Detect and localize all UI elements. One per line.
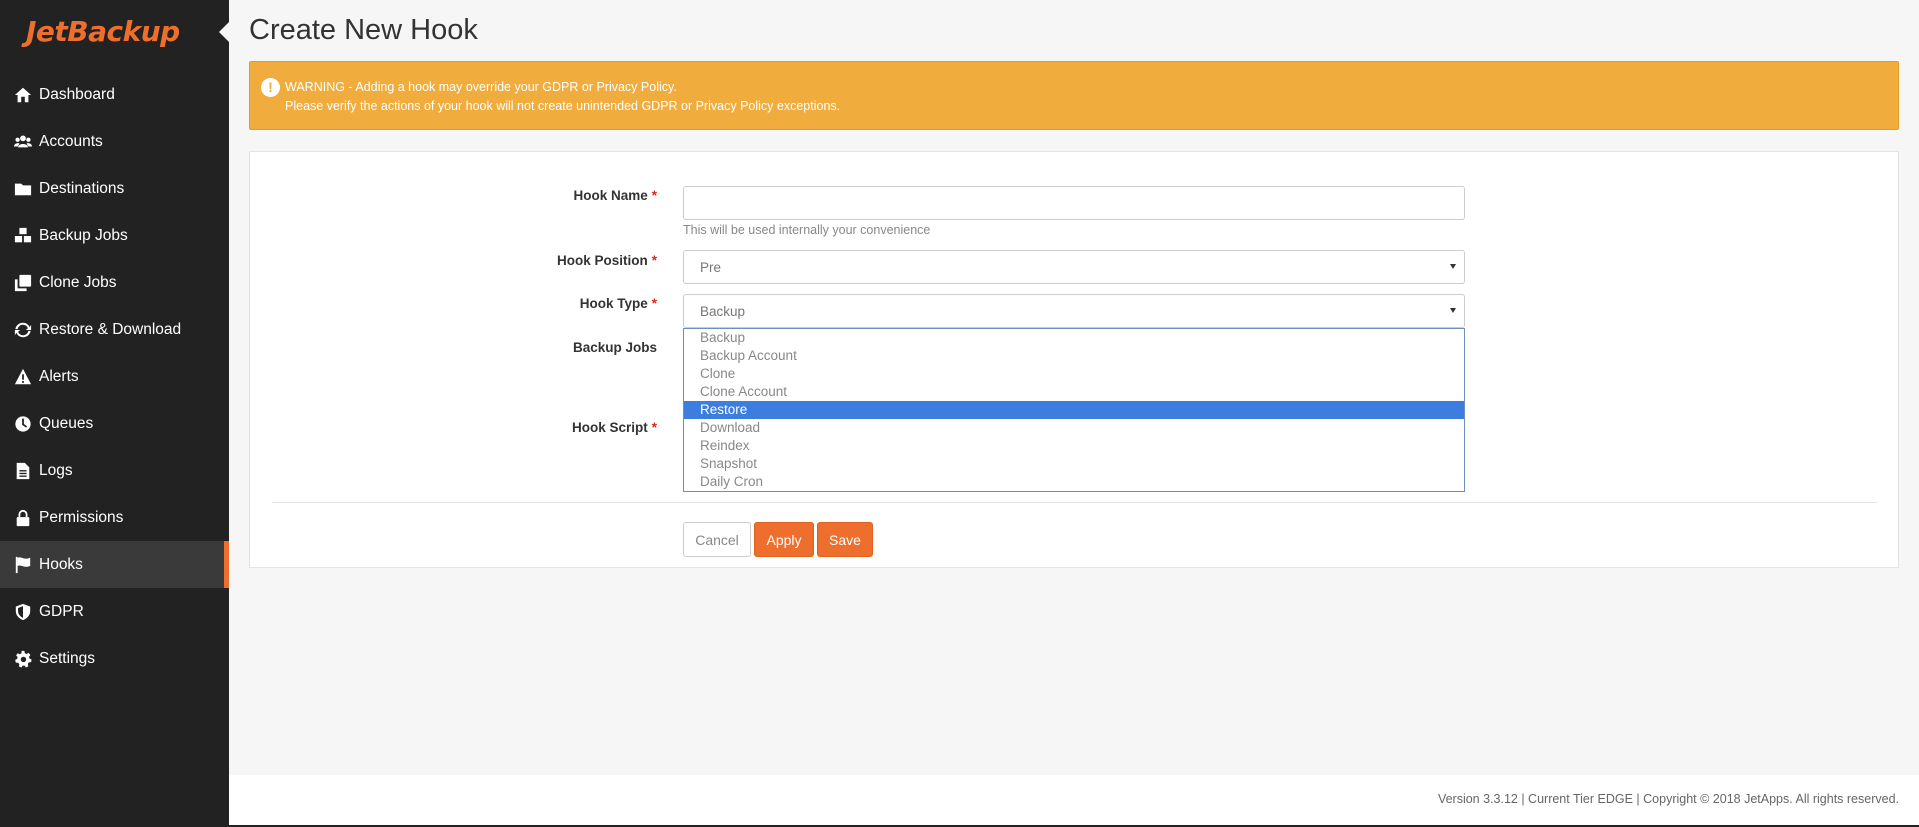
apply-button[interactable]: Apply — [754, 522, 814, 557]
alert-line-2: Please verify the actions of your hook w… — [285, 99, 841, 113]
form-divider — [272, 502, 1877, 503]
hook-position-select[interactable]: Pre — [683, 250, 1465, 284]
sidebar-nav: Dashboard Accounts Destinations Backup J… — [0, 71, 229, 682]
clone-icon — [13, 274, 33, 292]
hook-script-label: Hook Script * — [437, 420, 657, 435]
dropdown-option[interactable]: Clone — [684, 365, 1464, 383]
sidebar-item-label: Queues — [39, 414, 94, 432]
page-title: Create New Hook — [249, 14, 478, 46]
sidebar: JetBackup Dashboard Accounts Destination… — [0, 0, 229, 827]
dropdown-option[interactable]: Clone Account — [684, 383, 1464, 401]
backup-jobs-label: Backup Jobs — [572, 340, 657, 355]
file-icon — [13, 462, 33, 480]
dropdown-option[interactable]: Download — [684, 419, 1464, 437]
sidebar-item-gdpr[interactable]: GDPR — [0, 588, 229, 635]
sidebar-item-clone-jobs[interactable]: Clone Jobs — [0, 259, 229, 306]
sidebar-item-label: Permissions — [39, 508, 124, 526]
sidebar-notch — [219, 22, 229, 42]
hook-type-value: Backup — [700, 303, 746, 319]
sidebar-item-destinations[interactable]: Destinations — [0, 165, 229, 212]
clock-icon — [13, 415, 33, 433]
hook-form-panel: Hook Name * This will be used internally … — [249, 151, 1899, 568]
caret-down-icon — [1450, 264, 1456, 269]
sidebar-item-label: Dashboard — [39, 85, 115, 103]
refresh-icon — [13, 321, 33, 339]
hook-script-label-text: Hook Script — [571, 420, 648, 435]
logo-text: JetBackup — [26, 14, 180, 48]
sidebar-item-label: Settings — [39, 649, 96, 667]
hook-position-label-text: Hook Position — [556, 253, 648, 268]
sidebar-item-label: Logs — [39, 461, 73, 479]
sidebar-item-restore-download[interactable]: Restore & Download — [0, 306, 229, 353]
required-marker: * — [651, 420, 657, 435]
sidebar-item-backup-jobs[interactable]: Backup Jobs — [0, 212, 229, 259]
footer-text: Version 3.3.12 | Current Tier EDGE | Cop… — [1437, 792, 1899, 806]
gear-icon — [13, 650, 33, 668]
hook-name-label: Hook Name * — [437, 188, 657, 203]
sidebar-item-logs[interactable]: Logs — [0, 447, 229, 494]
cancel-button[interactable]: Cancel — [683, 522, 751, 557]
home-icon — [13, 86, 33, 104]
sidebar-item-label: Restore & Download — [39, 320, 182, 338]
gdpr-warning-alert: ! WARNING - Adding a hook may override y… — [249, 61, 1899, 130]
sidebar-item-label: Clone Jobs — [39, 273, 117, 291]
warning-icon — [13, 368, 33, 386]
folder-icon — [13, 180, 33, 198]
save-button[interactable]: Save — [817, 522, 873, 557]
logo[interactable]: JetBackup — [0, 0, 229, 62]
exclamation-circle-icon: ! — [261, 78, 280, 97]
caret-down-icon — [1450, 308, 1456, 313]
sidebar-item-label: Hooks — [39, 555, 83, 573]
sidebar-item-label: Alerts — [39, 367, 79, 385]
sidebar-item-alerts[interactable]: Alerts — [0, 353, 229, 400]
sidebar-item-permissions[interactable]: Permissions — [0, 494, 229, 541]
hook-name-help: This will be used internally your conven… — [683, 223, 931, 237]
alert-line-1: WARNING - Adding a hook may override you… — [285, 80, 677, 94]
sidebar-item-dashboard[interactable]: Dashboard — [0, 71, 229, 118]
dropdown-option[interactable]: Snapshot — [684, 455, 1464, 473]
hook-type-label: Hook Type * — [437, 296, 657, 311]
sidebar-item-hooks[interactable]: Hooks — [0, 541, 229, 588]
sidebar-item-label: Accounts — [39, 132, 103, 150]
sidebar-item-label: Backup Jobs — [39, 226, 128, 244]
dropdown-option[interactable]: Reindex — [684, 437, 1464, 455]
required-marker: * — [651, 188, 657, 203]
hook-type-select[interactable]: Backup — [683, 294, 1465, 328]
hook-position-value: Pre — [700, 259, 722, 275]
hook-type-dropdown-list[interactable]: Backup Backup Account Clone Clone Accoun… — [683, 328, 1465, 492]
dropdown-option-highlighted[interactable]: Restore — [684, 401, 1464, 419]
hook-name-input[interactable] — [683, 186, 1465, 220]
sidebar-item-label: GDPR — [39, 602, 84, 620]
users-icon — [13, 133, 33, 151]
shield-icon — [13, 603, 33, 621]
sidebar-item-queues[interactable]: Queues — [0, 400, 229, 447]
hook-type-label-text: Hook Type — [579, 296, 648, 311]
cubes-icon — [13, 227, 33, 245]
lock-icon — [13, 509, 33, 527]
flag-icon — [13, 556, 33, 574]
hook-name-label-text: Hook Name — [573, 188, 648, 203]
required-marker: * — [651, 296, 657, 311]
hook-position-label: Hook Position * — [437, 253, 657, 268]
dropdown-option[interactable]: Daily Cron — [684, 473, 1464, 491]
required-marker: * — [651, 253, 657, 268]
sidebar-item-settings[interactable]: Settings — [0, 635, 229, 682]
footer: Version 3.3.12 | Current Tier EDGE | Cop… — [229, 775, 1919, 825]
sidebar-item-accounts[interactable]: Accounts — [0, 118, 229, 165]
dropdown-option[interactable]: Backup Account — [684, 347, 1464, 365]
dropdown-option[interactable]: Backup — [684, 329, 1464, 347]
main-content: Create New Hook ! WARNING - Adding a hoo… — [229, 0, 1919, 775]
sidebar-item-label: Destinations — [39, 179, 125, 197]
